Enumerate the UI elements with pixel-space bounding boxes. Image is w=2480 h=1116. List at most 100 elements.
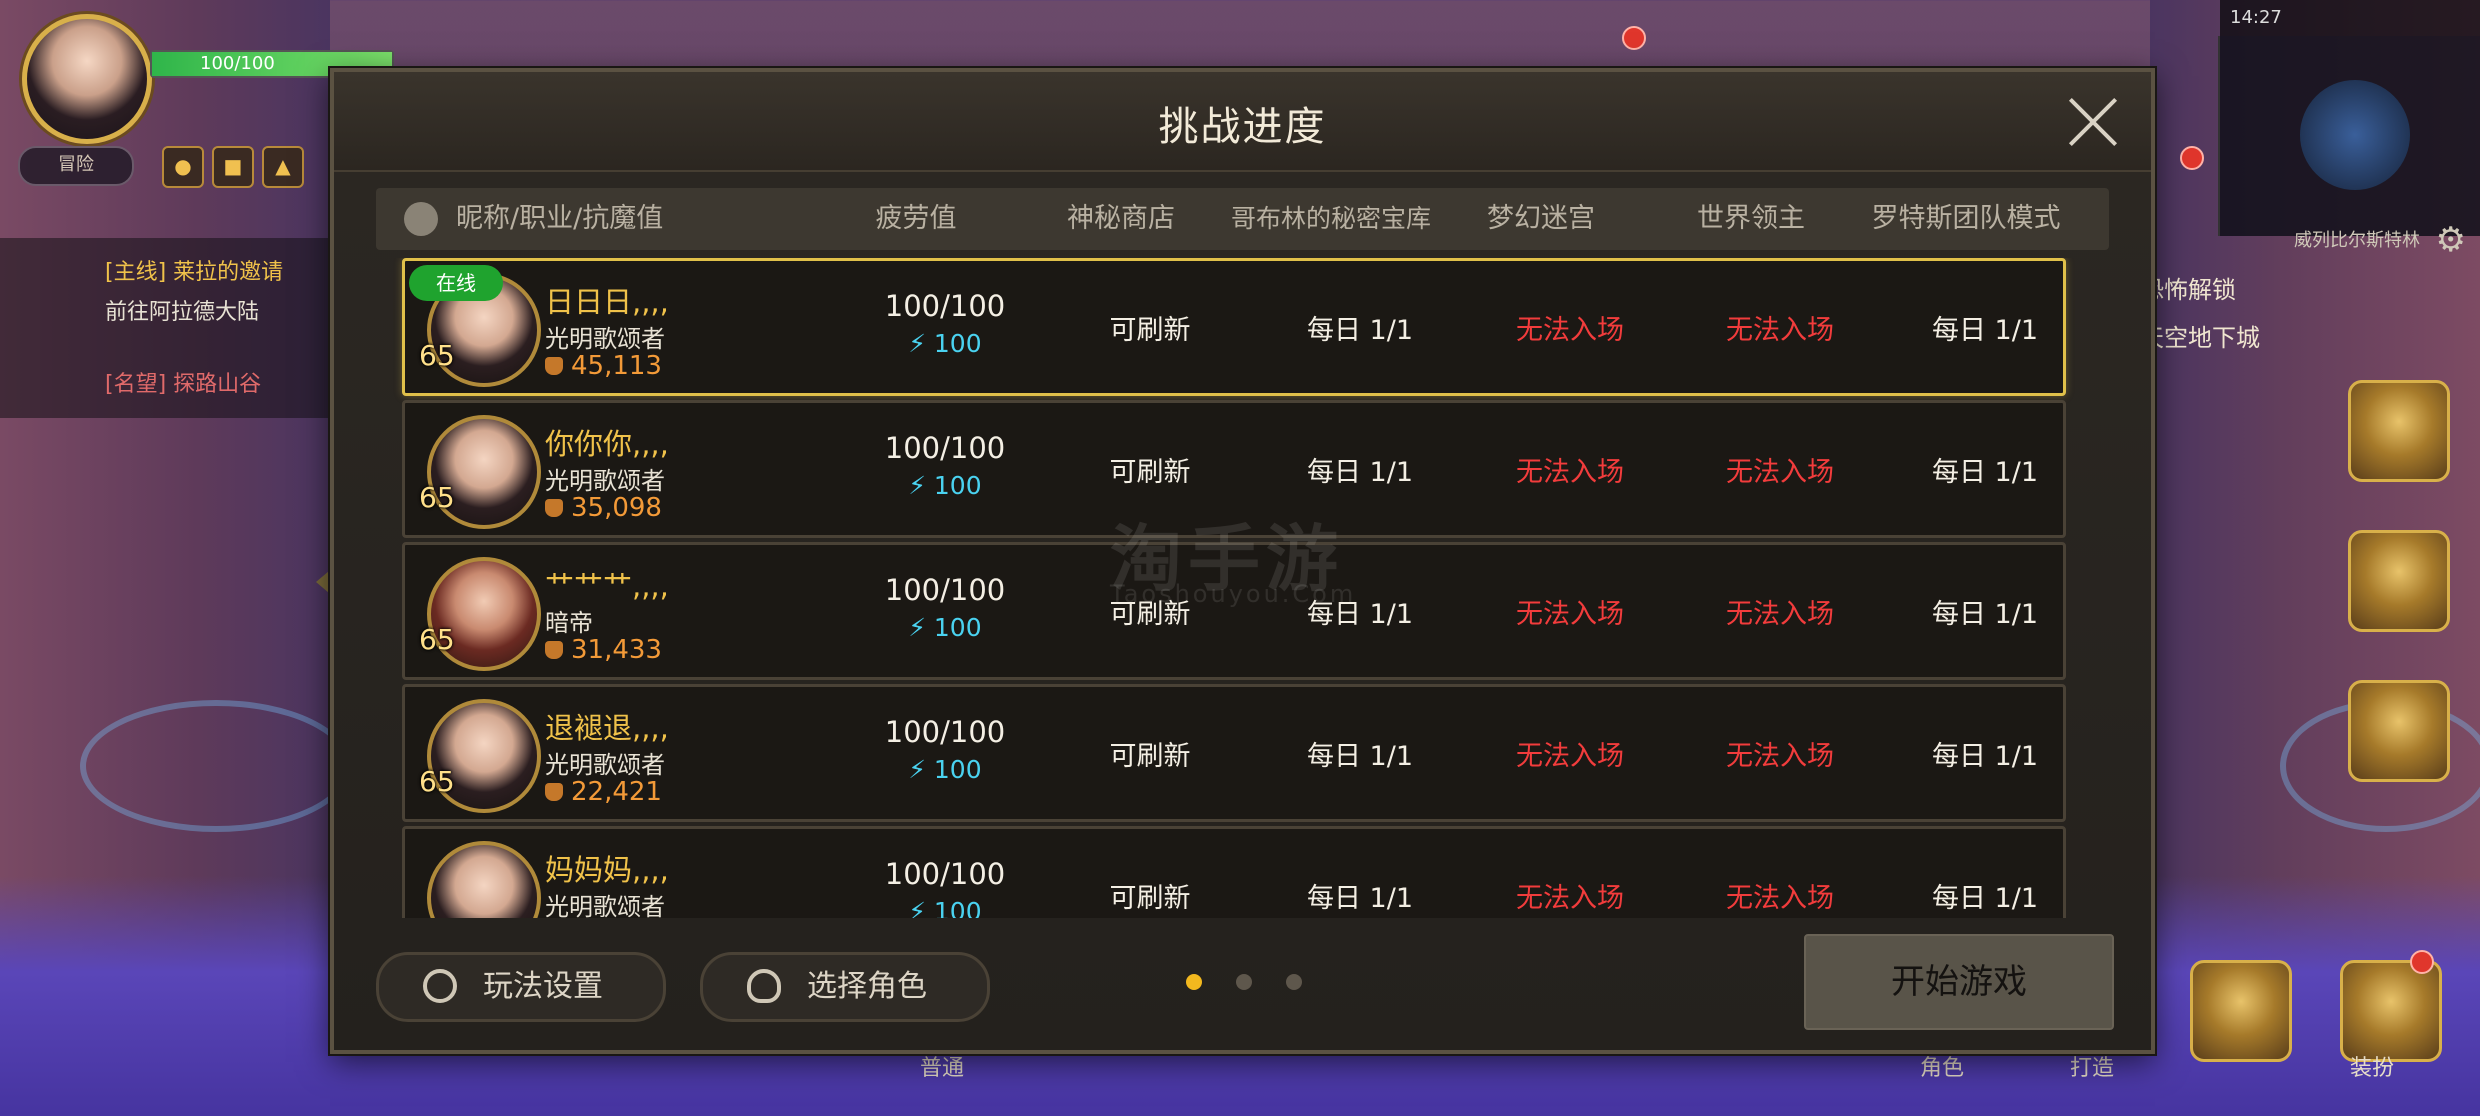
- maze-status: 无法入场: [1516, 598, 1624, 630]
- character-class: 光明歌颂者: [545, 325, 665, 353]
- anti-magic-value: 35,098: [545, 493, 662, 523]
- goblin-status: 每日 1/1: [1306, 314, 1414, 346]
- fatigue-cell: 100/100 ⚡ 100: [845, 289, 1045, 358]
- anti-magic-number: 22,421: [571, 777, 662, 807]
- col-header-maze: 梦幻迷宫: [1487, 203, 1595, 234]
- minimap[interactable]: 威列比尔斯特林 ⚙: [2218, 36, 2480, 260]
- dialog-header: 挑战进度: [334, 72, 2151, 172]
- notification-dot: [2180, 146, 2204, 170]
- fatigue-sub-value: 100: [933, 755, 982, 784]
- table-header: 昵称/职业/抗魔值 疲劳值 神秘商店 哥布林的秘密宝库 梦幻迷宫 世界领主 罗特…: [376, 188, 2109, 250]
- fatigue-value: 100/100: [884, 573, 1006, 607]
- fatigue-sub: ⚡ 100: [845, 329, 1045, 358]
- bottom-menu-icon-2[interactable]: [2340, 960, 2442, 1062]
- character-name: 妈妈妈,,,,: [545, 853, 669, 887]
- rotus-status: 每日 1/1: [1931, 598, 2039, 630]
- status-time: 14:27: [2230, 7, 2282, 28]
- bottom-label-craft[interactable]: 打造: [2070, 1050, 2114, 1082]
- maze-status: 无法入场: [1516, 740, 1624, 772]
- start-game-button[interactable]: 开始游戏: [1804, 934, 2114, 1030]
- quest-line-3[interactable]: [名望] 探路山谷: [105, 366, 261, 398]
- notification-dot: [1622, 26, 1646, 50]
- character-icon: [404, 202, 438, 236]
- shop-status: 可刷新: [1109, 740, 1191, 772]
- bottom-label-normal[interactable]: 普通: [920, 1050, 964, 1082]
- character-row[interactable]: 65 退褪退,,,, 光明歌颂者 22,421 100/100 ⚡ 100 可刷…: [402, 684, 2066, 822]
- rotus-status: 每日 1/1: [1931, 456, 2039, 488]
- lightning-icon: ⚡: [908, 755, 926, 784]
- fatigue-sub: ⚡ 100: [845, 471, 1045, 500]
- gear-icon: [423, 969, 457, 1003]
- bottom-menu-icon-1[interactable]: [2190, 960, 2292, 1062]
- page-dot-2[interactable]: [1236, 974, 1252, 990]
- side-menu-icon-3[interactable]: [2348, 680, 2450, 782]
- minimap-gear-icon[interactable]: ⚙: [2436, 220, 2466, 260]
- cat-icon: [545, 499, 563, 517]
- anti-magic-number: 35,098: [571, 493, 662, 523]
- character-row[interactable]: 在线 65 日日日,,,, 光明歌颂者 45,113 100/100 ⚡ 100…: [402, 258, 2066, 396]
- maze-status: 无法入场: [1516, 314, 1624, 346]
- fatigue-cell: 100/100 ⚡ 100: [845, 715, 1045, 784]
- level-badge: 65: [419, 339, 455, 372]
- fatigue-value: 100/100: [884, 289, 1006, 323]
- goblin-status: 每日 1/1: [1306, 740, 1414, 772]
- character-name: 艹艹艹,,,,: [545, 569, 669, 603]
- boss-status: 无法入场: [1726, 882, 1834, 914]
- level-badge: 65: [419, 623, 455, 656]
- fatigue-sub-value: 100: [933, 329, 982, 358]
- col-header-rotus: 罗特斯团队模式: [1871, 203, 2061, 234]
- quest-line-2[interactable]: 前往阿拉德大陆: [105, 294, 259, 326]
- page-dot-1[interactable]: [1186, 974, 1202, 990]
- fatigue-sub: ⚡ 100: [845, 755, 1045, 784]
- quest-panel[interactable]: [主线] 莱拉的邀请 前往阿拉德大陆 [名望] 探路山谷: [0, 238, 330, 418]
- quest-line-1[interactable]: [主线] 莱拉的邀请: [105, 254, 283, 286]
- rotus-status: 每日 1/1: [1931, 882, 2039, 914]
- character-name: 退褪退,,,,: [545, 711, 669, 745]
- fatigue-sub-value: 100: [933, 613, 982, 642]
- page-dot-3[interactable]: [1286, 974, 1302, 990]
- col-header-shop: 神秘商店: [1067, 203, 1175, 234]
- player-tag[interactable]: 冒险: [18, 146, 134, 186]
- cat-icon: [545, 783, 563, 801]
- boss-status: 无法入场: [1726, 598, 1834, 630]
- fatigue-cell: 100/100 ⚡ 100: [845, 431, 1045, 500]
- character-class: 暗帝: [545, 609, 593, 637]
- lightning-icon: ⚡: [908, 329, 926, 358]
- bottom-label-dress[interactable]: 装扮: [2350, 1050, 2394, 1082]
- side-menu-icon-1[interactable]: [2348, 380, 2450, 482]
- floor-rune-left: [80, 700, 352, 832]
- fatigue-sub: ⚡ 100: [845, 897, 1045, 918]
- fatigue-sub-value: 100: [933, 897, 982, 918]
- anti-magic-number: 45,113: [571, 351, 662, 381]
- fatigue-cell: 100/100 ⚡ 100: [845, 573, 1045, 642]
- right-tag-2[interactable]: 天空地下城: [2140, 318, 2260, 353]
- buff-icon[interactable]: ●: [162, 146, 204, 188]
- rotus-status: 每日 1/1: [1931, 740, 2039, 772]
- player-hp-text: 100/100: [200, 53, 275, 74]
- select-role-button[interactable]: 选择角色: [700, 952, 990, 1022]
- fire-icon[interactable]: ▲: [262, 146, 304, 188]
- cat-icon: [545, 641, 563, 659]
- side-menu-icon-2[interactable]: [2348, 530, 2450, 632]
- minimap-view[interactable]: [2300, 80, 2410, 190]
- anti-magic-value: 22,421: [545, 777, 662, 807]
- anti-magic-number: 31,433: [571, 635, 662, 665]
- character-row[interactable]: 妈妈妈,,,, 光明歌颂者 100/100 ⚡ 100 可刷新 每日 1/1 无…: [402, 826, 2066, 918]
- lightning-icon: ⚡: [908, 613, 926, 642]
- col-header-fatigue: 疲劳值: [875, 203, 957, 234]
- status-bar: 14:27: [2220, 0, 2480, 36]
- dialog-title: 挑战进度: [1158, 104, 1327, 150]
- maze-status: 无法入场: [1516, 882, 1624, 914]
- fatigue-value: 100/100: [884, 431, 1006, 465]
- play-settings-button[interactable]: 玩法设置: [376, 952, 666, 1022]
- player-avatar[interactable]: [22, 14, 152, 144]
- col-header-name: 昵称/职业/抗魔值: [456, 203, 664, 234]
- boss-status: 无法入场: [1726, 456, 1834, 488]
- rotus-status: 每日 1/1: [1931, 314, 2039, 346]
- bottom-label-role[interactable]: 角色: [1920, 1050, 1964, 1082]
- character-class: 光明歌颂者: [545, 467, 665, 495]
- cat-icon: [545, 357, 563, 375]
- watermark-sub: Taoshouyou.Com: [1110, 580, 1357, 608]
- close-icon[interactable]: [2065, 94, 2121, 150]
- chest-icon[interactable]: ■: [212, 146, 254, 188]
